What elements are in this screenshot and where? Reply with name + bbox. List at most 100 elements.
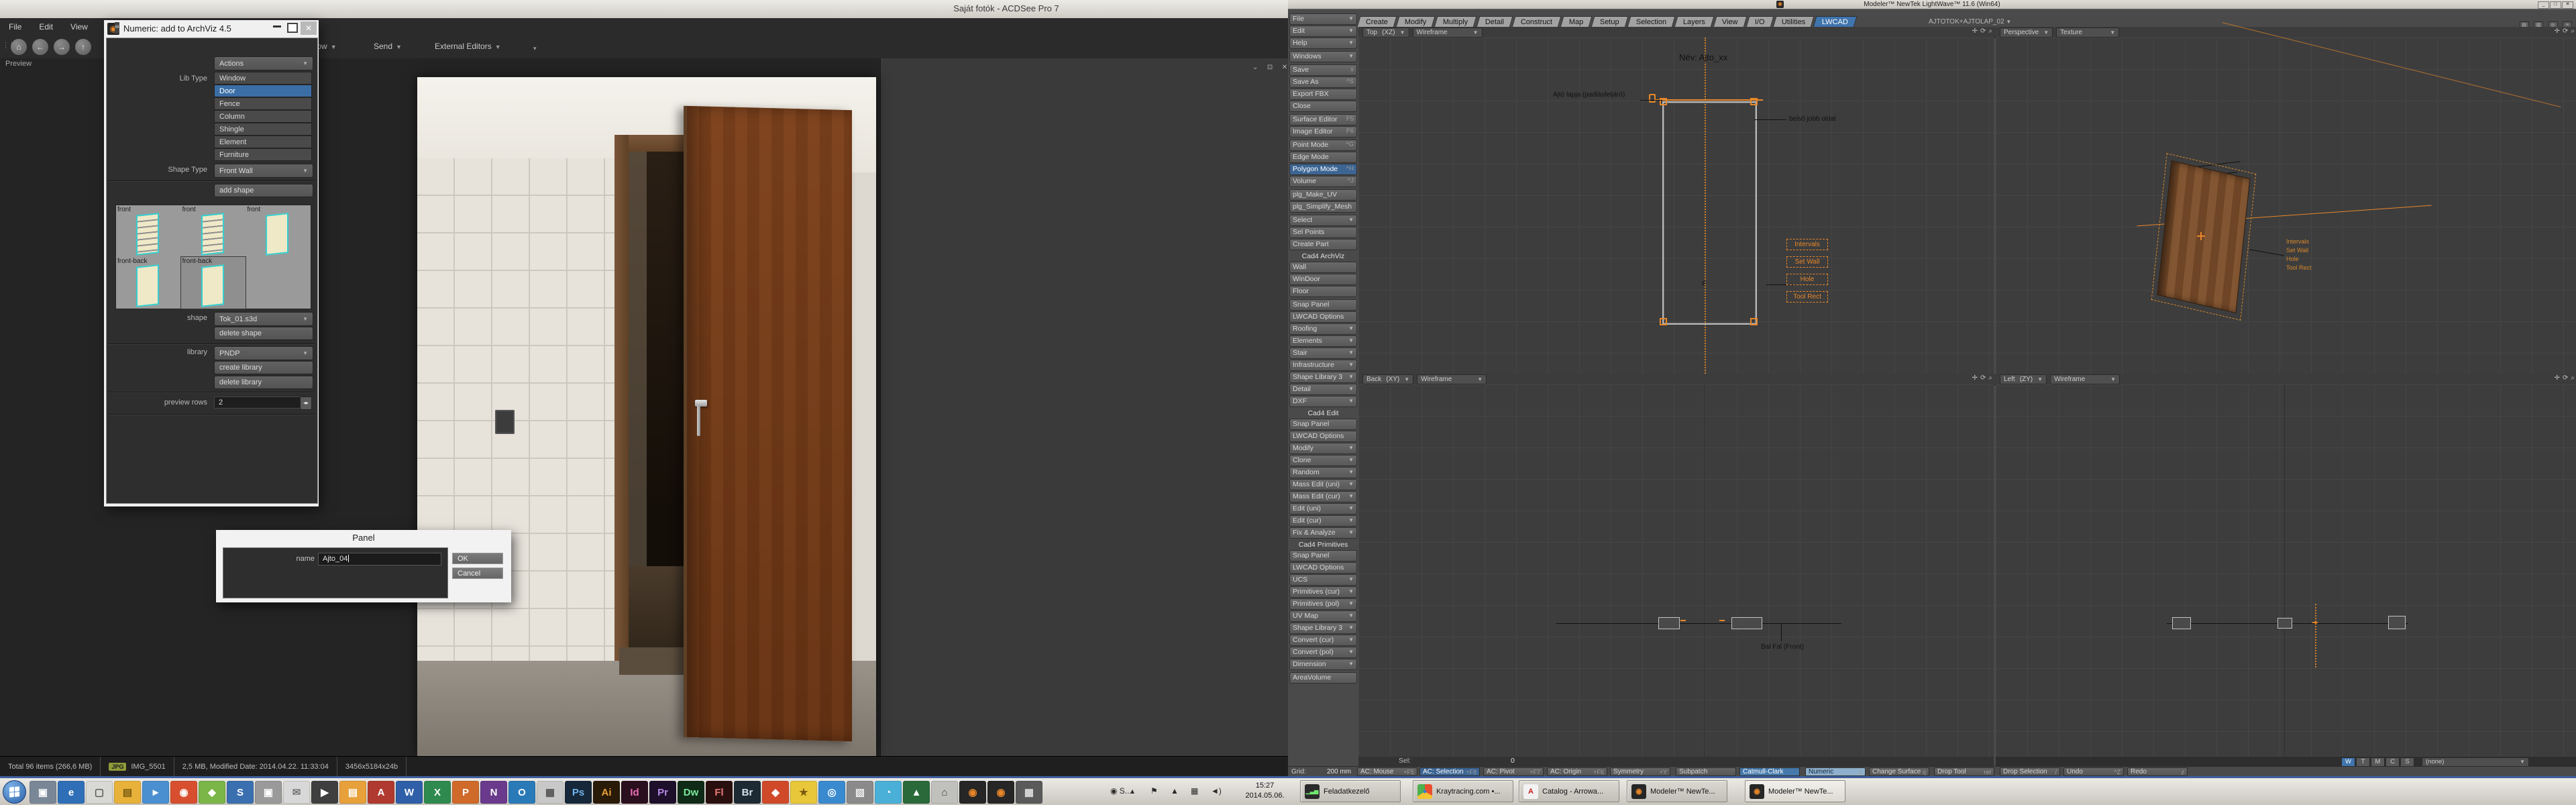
tool-dimension[interactable]: Dimension▼ — [1289, 659, 1357, 670]
tool-mass-edit-uni-[interactable]: Mass Edit (uni)▼ — [1289, 479, 1357, 490]
button-drop-tool[interactable]: Drop Toolret — [1934, 767, 1994, 776]
maximize-icon[interactable]: □ — [2550, 1, 2561, 9]
tool-volume[interactable]: Volume^J — [1289, 176, 1357, 187]
tab-detail[interactable]: Detail — [1476, 16, 1513, 28]
lib-type-door[interactable]: Door — [214, 85, 312, 97]
create-library-button[interactable]: create library — [214, 361, 313, 374]
menu-file[interactable]: File — [0, 18, 30, 32]
acdsee-titlebar[interactable]: Saját fotók - ACDSee Pro 7 — [0, 0, 1288, 19]
taskbar-app-icon[interactable]: N — [480, 781, 507, 804]
menu-view[interactable]: View — [62, 18, 97, 32]
tab-multiply[interactable]: Multiply — [1434, 16, 1477, 28]
viewport-nav-icons[interactable]: ✛⟳⌕ — [2555, 28, 2576, 35]
lib-type-fence[interactable]: Fence — [214, 97, 312, 110]
tool-elements[interactable]: Elements▼ — [1289, 335, 1357, 347]
taskbar-app-icon[interactable]: ▣ — [30, 781, 56, 804]
taskbar-app-icon[interactable]: Ai — [593, 781, 620, 804]
pane-close-icon[interactable]: ✕ — [1282, 64, 1287, 71]
lwcad-hole-label[interactable]: Hole — [2286, 255, 2312, 264]
speaker-icon[interactable]: ◄) — [1211, 786, 1222, 796]
tool-windows[interactable]: Windows▼ — [1289, 51, 1357, 62]
button-change-surface[interactable]: Change Surfaceq — [1869, 767, 1929, 776]
tool-help[interactable]: Help▼ — [1289, 38, 1357, 49]
tool-polygon-mode[interactable]: Polygon Mode^H — [1289, 164, 1357, 175]
taskbar-button-taskmgr-0[interactable]: ▁▃▅Feladatkezelő — [1300, 780, 1401, 802]
tool-edit-cur-[interactable]: Edit (cur)▼ — [1289, 515, 1357, 527]
maximize-icon[interactable] — [287, 23, 298, 33]
taskbar-app-icon[interactable]: O — [508, 781, 535, 804]
tool-plg-make-uv[interactable]: plg_Make_UV — [1289, 189, 1357, 201]
tool-edge-mode[interactable]: Edge Mode — [1289, 152, 1357, 163]
button-ac-mouse[interactable]: AC: Mouse+F5 — [1357, 767, 1417, 776]
taskbar-button-lw-4[interactable]: ◉Modeler™ NewTe... — [1745, 780, 1845, 802]
taskbar-app-icon[interactable]: ▲ — [903, 781, 930, 804]
button-ac-selection[interactable]: AC: Selection+F8 — [1419, 767, 1480, 776]
mode-button-w[interactable]: W — [2341, 757, 2355, 767]
tab-setup[interactable]: Setup — [1591, 16, 1629, 28]
tool-edit-uni-[interactable]: Edit (uni)▼ — [1289, 503, 1357, 515]
shape-thumbnail[interactable]: front-back — [116, 257, 181, 309]
menu-edit[interactable]: Edit — [30, 18, 62, 32]
lib-type-window[interactable]: Window — [214, 72, 312, 85]
button-drop-selection[interactable]: Drop Selection/ — [2000, 767, 2060, 776]
taskbar-app-icon[interactable]: ◉ — [987, 781, 1014, 804]
taskbar-app-icon[interactable]: ◉ — [959, 781, 986, 804]
taskbar-app-icon[interactable]: ◉ — [170, 781, 197, 804]
tool-roofing[interactable]: Roofing▼ — [1289, 323, 1357, 335]
lwcad-set-wall-label[interactable]: Set Wall — [2286, 246, 2312, 255]
tab-view[interactable]: View — [1713, 16, 1748, 28]
delete-library-button[interactable]: delete library — [214, 376, 313, 389]
taskbar-app-icon[interactable]: ▢ — [86, 781, 113, 804]
tool-lwcad-options[interactable]: LWCAD Options — [1289, 311, 1357, 323]
tool-select[interactable]: Select▼ — [1289, 215, 1357, 226]
tool-lwcad-options[interactable]: LWCAD Options — [1289, 431, 1357, 442]
lib-type-shingle[interactable]: Shingle — [214, 123, 312, 136]
mode-button-c[interactable]: C — [2385, 757, 2400, 767]
tool-sel-points[interactable]: Sel Points — [1289, 227, 1357, 238]
taskbar-app-icon[interactable]: Pr — [649, 781, 676, 804]
tool-surface-editor[interactable]: Surface EditorF5 — [1289, 114, 1357, 125]
view-type-dropdown[interactable]: Back (XY)▼ — [1362, 374, 1413, 384]
back-button[interactable]: ← — [32, 39, 48, 55]
tool-edit[interactable]: Edit▼ — [1289, 25, 1357, 37]
tool-export-fbx[interactable]: Export FBX — [1289, 89, 1357, 100]
taskbar-app-icon[interactable]: Br — [734, 781, 761, 804]
tool-primitives-pol-[interactable]: Primitives (pol)▼ — [1289, 598, 1357, 610]
library-dropdown[interactable]: PNDP▼ — [214, 346, 313, 360]
tool-uv-map[interactable]: UV Map▼ — [1289, 610, 1357, 622]
taskbar-app-icon[interactable]: e — [58, 781, 85, 804]
viewport-back-xy[interactable]: Bal Fal (Front) — [1358, 384, 1994, 757]
tool-wall[interactable]: Wall — [1289, 262, 1357, 273]
forward-button[interactable]: → — [54, 39, 70, 55]
taskbar-app-icon[interactable]: ▶ — [311, 781, 338, 804]
render-mode-dropdown[interactable]: Wireframe▼ — [2050, 374, 2120, 384]
taskbar-app-icon[interactable]: ▣ — [255, 781, 282, 804]
flag-icon[interactable]: ⚑ — [1150, 786, 1158, 796]
tool-shape-library-3[interactable]: Shape Library 3▼ — [1289, 372, 1357, 383]
taskbar-app-icon[interactable]: ▤ — [114, 781, 141, 804]
tool-floor[interactable]: Floor — [1289, 286, 1357, 297]
start-button[interactable] — [3, 780, 26, 804]
tool-areavolume[interactable]: AreaVolume — [1289, 672, 1357, 684]
tab-modify[interactable]: Modify — [1396, 16, 1436, 28]
close-icon[interactable]: ✕ — [301, 21, 317, 35]
lwcad-intervals-button[interactable]: Intervals — [1786, 239, 1828, 250]
tool-random[interactable]: Random▼ — [1289, 467, 1357, 478]
photo-doorway[interactable] — [417, 77, 876, 756]
render-mode-dropdown[interactable]: Texture▼ — [2056, 28, 2119, 38]
taskbar-app-icon[interactable]: ▦ — [537, 781, 564, 804]
tab-lwcad[interactable]: LWCAD — [1813, 16, 1858, 28]
button-ac-pivot[interactable]: AC: Pivot+F7 — [1483, 767, 1544, 776]
taskbar-app-icon[interactable]: Ps — [565, 781, 592, 804]
tool-point-mode[interactable]: Point Mode^G — [1289, 140, 1357, 151]
tool-image-editor[interactable]: Image EditorF6 — [1289, 126, 1357, 138]
tab-io[interactable]: I/O — [1746, 16, 1774, 28]
drive-icon[interactable]: ▲ — [1171, 786, 1179, 796]
minimize-icon[interactable] — [273, 25, 281, 28]
lwcad-intervals-label[interactable]: Intervals — [2286, 237, 2312, 246]
send-button[interactable]: Send▼ — [374, 42, 402, 51]
taskbar-app-icon[interactable]: S — [227, 781, 254, 804]
taskbar-app-icon[interactable]: Id — [621, 781, 648, 804]
tool-file[interactable]: File▼ — [1289, 13, 1357, 25]
tool-stair[interactable]: Stair▼ — [1289, 347, 1357, 359]
